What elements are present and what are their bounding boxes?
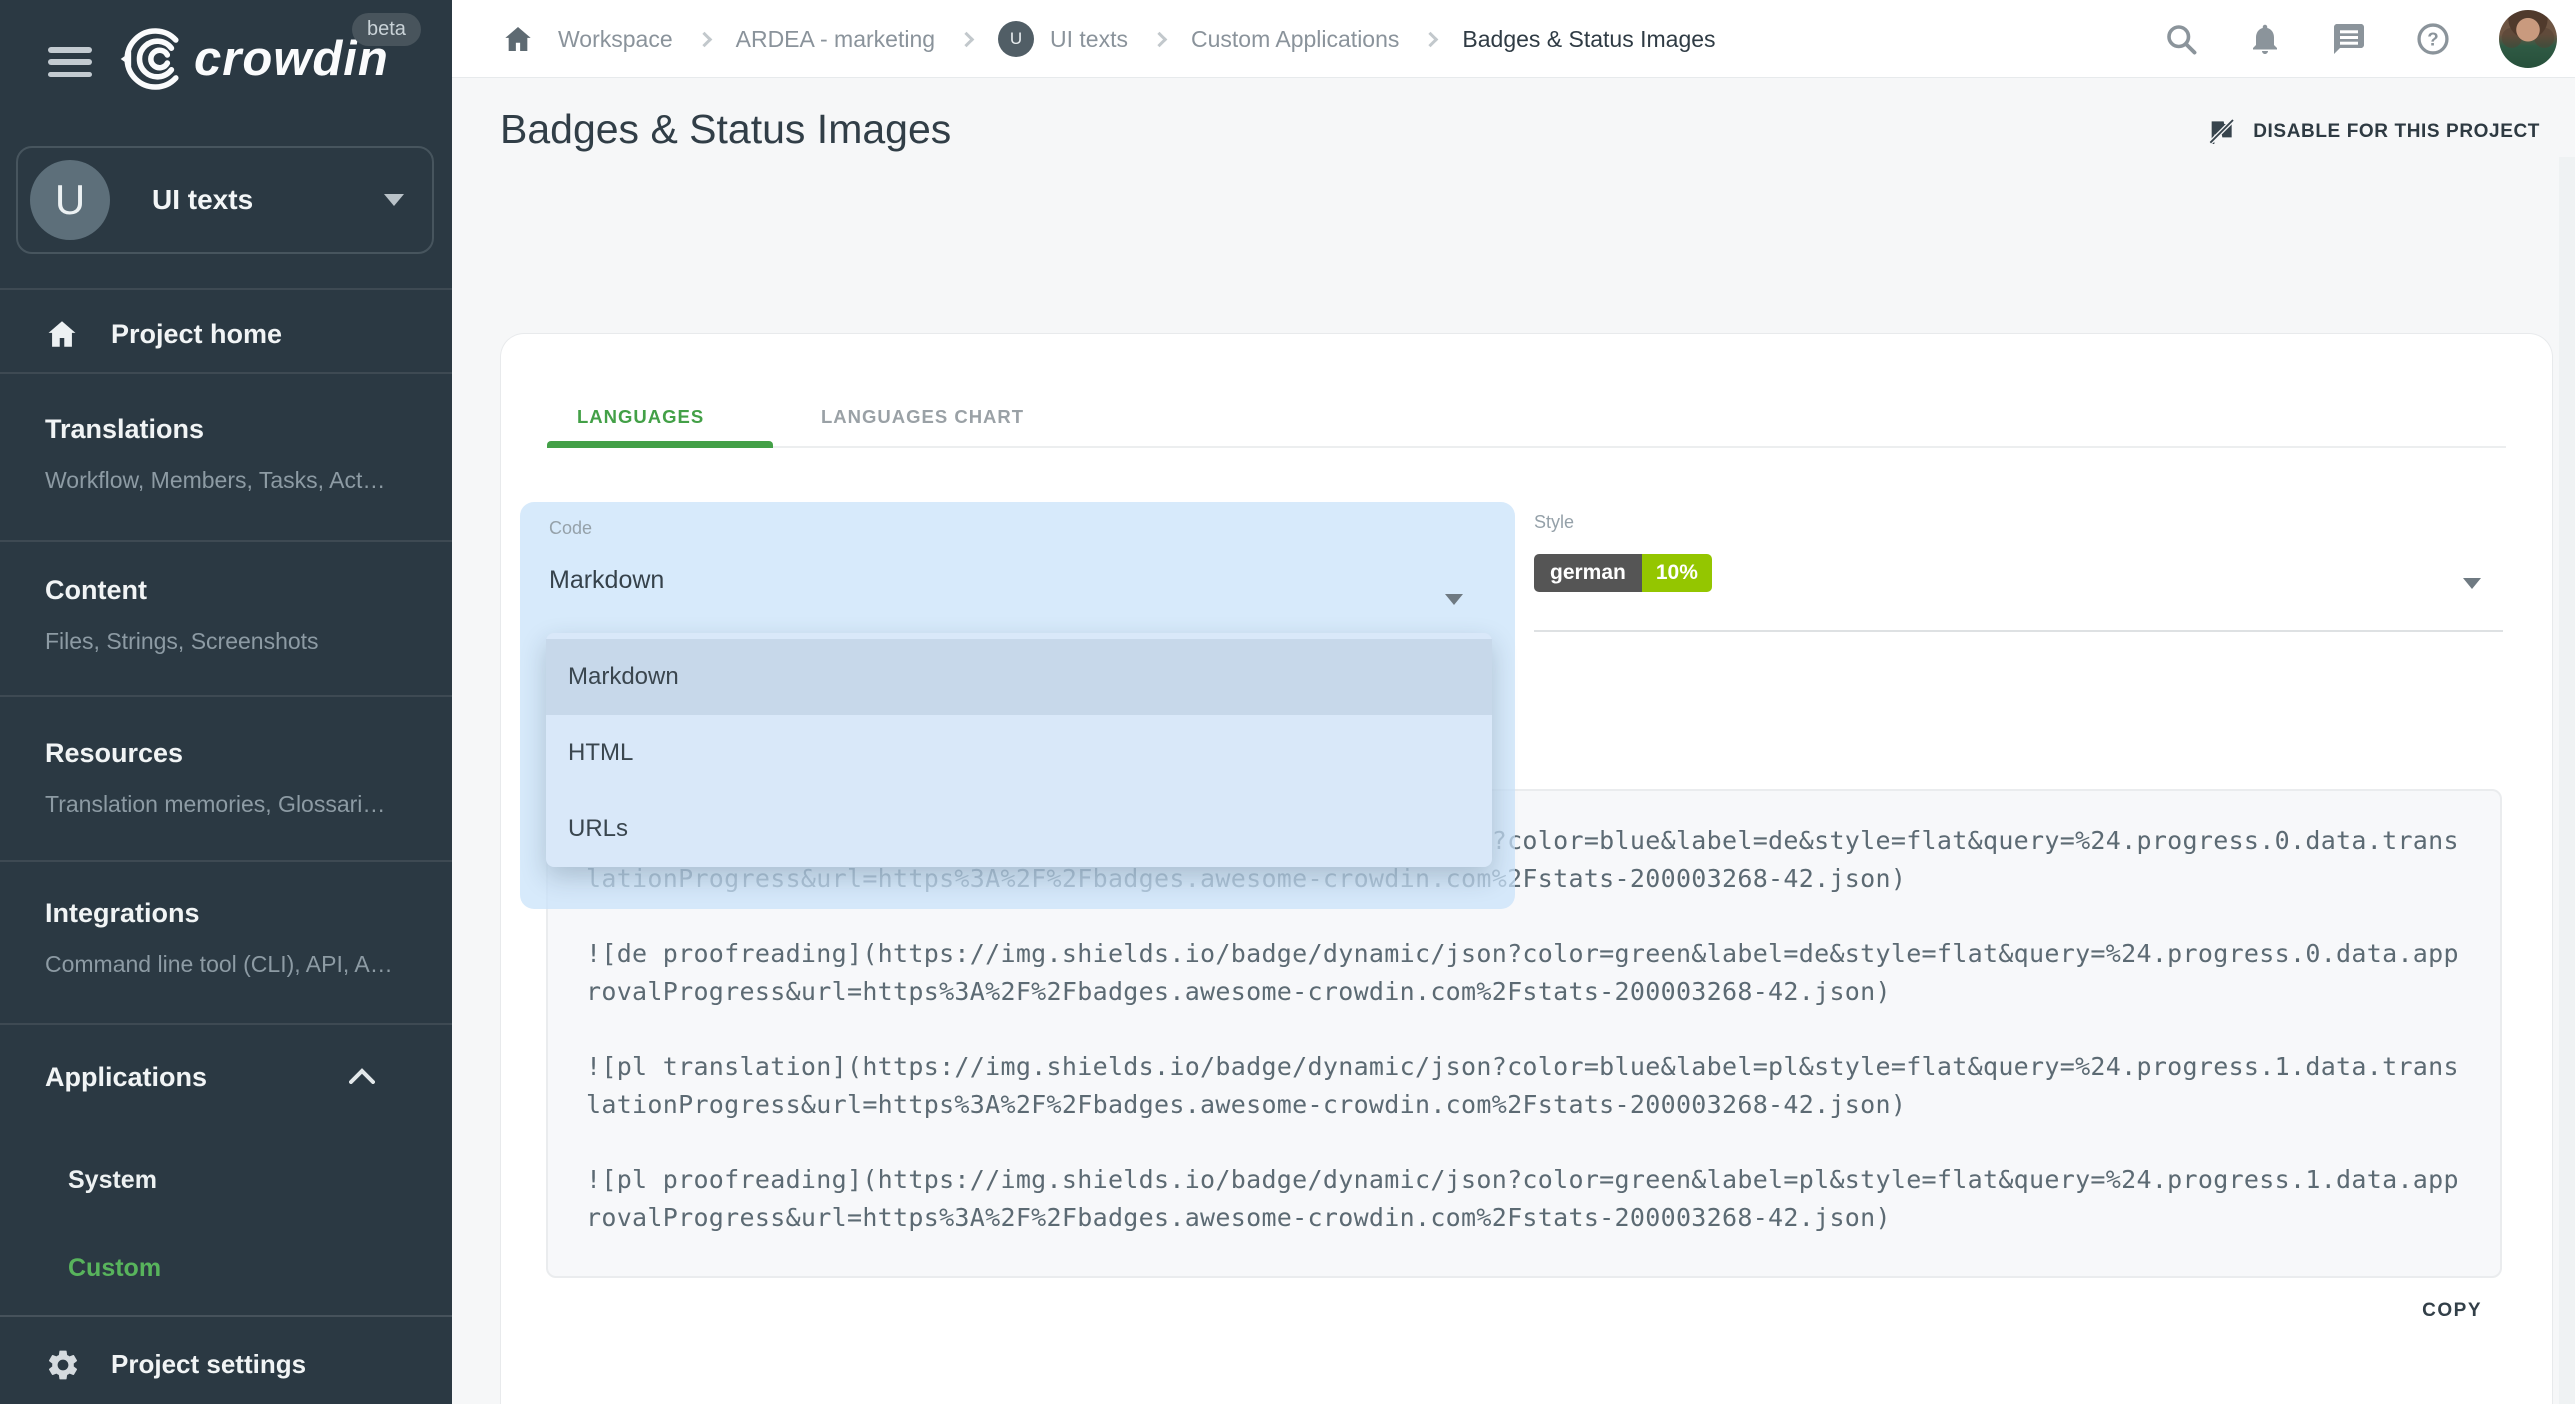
page-title: Badges & Status Images [500,106,951,153]
sidebar-item-applications[interactable]: Applications [45,1062,415,1093]
style-field-underline [1534,630,2503,632]
code-line: lationProgress&url=https%3A%2F%2Fbadges.… [586,1086,2462,1124]
sidebar-item-integrations[interactable]: Integrations Command line tool (CLI), AP… [45,898,415,978]
section-subtitle: Files, Strings, Screenshots [45,628,415,655]
style-field[interactable]: Style german 10% [1534,512,2503,533]
breadcrumb-organization[interactable]: ARDEA - marketing [736,26,935,53]
chevron-right-icon [959,31,975,47]
badges-card: LANGUAGES LANGUAGES CHART Style german 1… [500,333,2553,1404]
dropdown-option-html[interactable]: HTML [546,715,1492,791]
home-icon [45,317,79,351]
tab-languages[interactable]: LANGUAGES [547,386,734,448]
divider [0,372,452,374]
search-icon[interactable] [2163,21,2199,57]
code-line: ![pl translation](https://img.shields.io… [586,1048,2462,1086]
crowdin-logo[interactable]: crowdin [114,24,389,94]
help-icon[interactable]: ? [2415,21,2451,57]
topbar: Workspace ARDEA - marketing U UI texts C… [452,0,2575,78]
code-line: ![pl proofreading](https://img.shields.i… [586,1161,2462,1199]
hamburger-menu-icon[interactable] [48,47,92,77]
main-content: Badges & Status Images DISABLE FOR THIS … [452,78,2575,1404]
breadcrumb-project-avatar: U [998,21,1034,57]
code-field-label: Code [549,518,592,539]
section-subtitle: Workflow, Members, Tasks, Act… [45,467,415,494]
divider [0,540,452,542]
breadcrumb-project[interactable]: UI texts [1050,26,1128,53]
sidebar-item-label: Project home [111,319,282,350]
disable-button-label: DISABLE FOR THIS PROJECT [2253,121,2540,143]
project-avatar: U [30,160,110,240]
sidebar: crowdin beta U UI texts Project home Tra… [0,0,452,1404]
section-title: Translations [45,414,415,445]
chevron-down-icon [384,194,404,206]
tab-languages-chart[interactable]: LANGUAGES CHART [791,386,1054,448]
code-line: rovalProgress&url=https%3A%2F%2Fbadges.a… [586,1199,2462,1237]
chevron-down-icon [1445,594,1463,605]
code-entry: ![pl translation](https://img.shields.io… [586,1048,2462,1124]
dropdown-option-markdown[interactable]: Markdown [546,639,1492,715]
section-title: Integrations [45,898,415,929]
style-field-label: Style [1534,512,2503,533]
dropdown-option-urls[interactable]: URLs [546,791,1492,867]
divider [0,695,452,697]
section-title: Content [45,575,415,606]
sidebar-item-resources[interactable]: Resources Translation memories, Glossari… [45,738,415,818]
breadcrumb-workspace[interactable]: Workspace [558,26,673,53]
active-tab-indicator [547,441,773,448]
section-subtitle: Command line tool (CLI), API, A… [45,951,415,978]
beta-badge: beta [352,13,421,46]
code-entry: ![de proofreading](https://img.shields.i… [586,935,2462,1011]
scrollbar-track[interactable] [2559,157,2575,1404]
code-field-value: Markdown [549,566,664,595]
badge-progress-value: 10% [1642,554,1712,592]
chat-icon[interactable] [2331,21,2367,57]
code-entry: ![pl proofreading](https://img.shields.i… [586,1161,2462,1237]
breadcrumb-current-page: Badges & Status Images [1462,26,1715,53]
topbar-actions: ? [2163,0,2557,78]
home-icon[interactable] [502,23,534,55]
chevron-right-icon [1152,31,1168,47]
crowdin-swoosh-icon [114,24,188,94]
divider [0,1023,452,1025]
sidebar-item-label: Project settings [111,1349,306,1380]
sidebar-item-custom[interactable]: Custom [68,1254,161,1283]
chevron-right-icon [1423,31,1439,47]
flag-off-icon [2205,116,2237,148]
tabs-divider [547,446,2506,448]
code-line: ![de proofreading](https://img.shields.i… [586,935,2462,973]
chevron-up-icon [349,1068,375,1084]
section-title: Resources [45,738,415,769]
copy-button[interactable]: COPY [2422,1300,2482,1322]
project-selector[interactable]: U UI texts [16,146,434,254]
bell-icon[interactable] [2247,21,2283,57]
chevron-down-icon [2463,578,2481,589]
sidebar-item-translations[interactable]: Translations Workflow, Members, Tasks, A… [45,414,415,494]
user-avatar[interactable] [2499,10,2557,68]
breadcrumb-custom-applications[interactable]: Custom Applications [1191,26,1399,53]
divider [0,860,452,862]
project-name: UI texts [152,184,253,216]
sidebar-item-project-settings[interactable]: Project settings [0,1325,452,1404]
code-dropdown-menu: Markdown HTML URLs [546,633,1492,867]
badge-language-label: german [1534,554,1642,592]
sidebar-item-content[interactable]: Content Files, Strings, Screenshots [45,575,415,655]
crowdin-app: crowdin beta U UI texts Project home Tra… [0,0,2575,1404]
sidebar-item-system[interactable]: System [68,1166,157,1195]
section-subtitle: Translation memories, Glossari… [45,791,415,818]
disable-for-project-button[interactable]: DISABLE FOR THIS PROJECT [2205,116,2540,148]
chevron-right-icon [696,31,712,47]
divider [0,1315,452,1317]
sidebar-item-project-home[interactable]: Project home [0,296,452,372]
sidebar-header: crowdin beta [0,0,452,128]
breadcrumb: Workspace ARDEA - marketing U UI texts C… [502,0,1716,78]
style-badge-preview: german 10% [1534,554,1712,592]
divider [0,288,452,290]
svg-text:?: ? [2427,29,2438,50]
code-line: rovalProgress&url=https%3A%2F%2Fbadges.a… [586,973,2462,1011]
gear-icon [45,1347,81,1383]
